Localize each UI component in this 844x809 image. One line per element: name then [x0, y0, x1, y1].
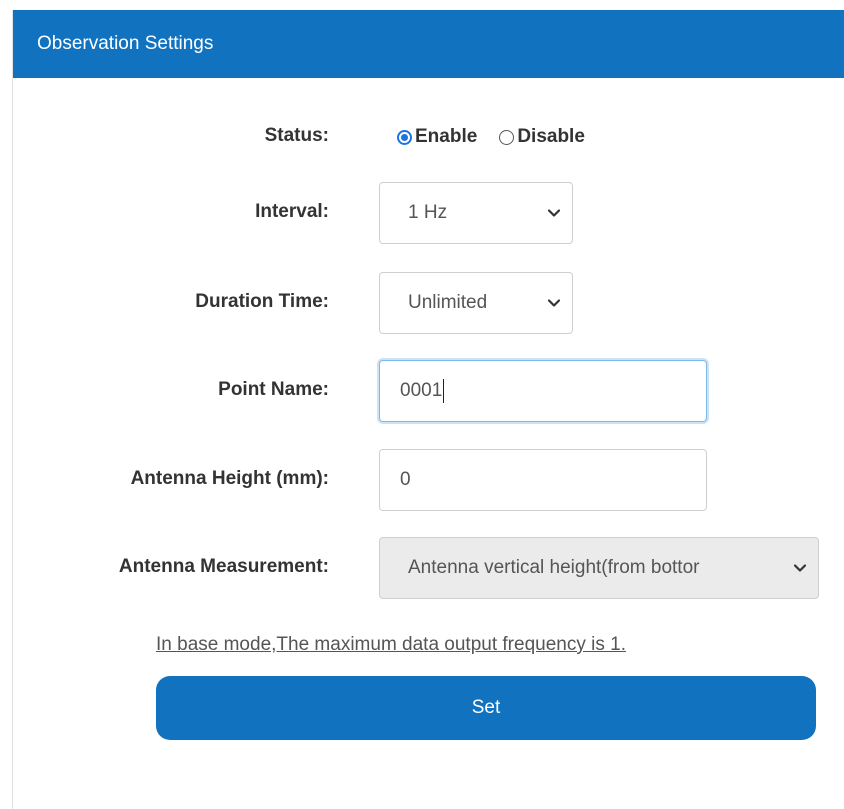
status-disable-option[interactable]: Disable: [499, 126, 585, 148]
chevron-down-icon: [547, 299, 561, 307]
status-label: Status:: [264, 125, 329, 146]
chevron-down-icon: [547, 209, 561, 217]
duration-label: Duration Time:: [195, 291, 329, 312]
interval-label: Interval:: [255, 201, 329, 222]
antenna-height-value: 0: [400, 469, 411, 490]
antenna-measurement-value: Antenna vertical height(from bottor: [408, 557, 700, 578]
point-name-input[interactable]: 0001: [379, 360, 707, 422]
antenna-height-input[interactable]: 0: [379, 449, 707, 511]
interval-select-value: 1 Hz: [408, 202, 448, 223]
antenna-measurement-label: Antenna Measurement:: [118, 556, 329, 577]
panel-title: Observation Settings: [13, 10, 844, 78]
antenna-measurement-select[interactable]: Antenna vertical height(from bottor: [379, 537, 819, 599]
set-button[interactable]: Set: [156, 676, 816, 740]
observation-settings-panel: Observation Settings Status: Enable Disa…: [12, 10, 844, 809]
disable-radio-label[interactable]: Disable: [517, 126, 585, 148]
duration-select-value: Unlimited: [408, 292, 488, 313]
enable-radio[interactable]: [397, 129, 412, 145]
point-name-value: 0001: [400, 380, 443, 401]
interval-select[interactable]: 1 Hz: [379, 182, 573, 244]
antenna-height-label: Antenna Height (mm):: [130, 468, 329, 489]
chevron-down-icon: [793, 564, 807, 572]
status-radio-group: Enable Disable: [397, 126, 585, 148]
point-name-label: Point Name:: [218, 379, 329, 400]
text-caret: [443, 379, 445, 403]
duration-select[interactable]: Unlimited: [379, 272, 573, 334]
status-enable-option[interactable]: Enable: [397, 126, 477, 148]
disable-radio[interactable]: [499, 129, 515, 145]
base-mode-note: In base mode,The maximum data output fre…: [156, 634, 626, 655]
enable-radio-label[interactable]: Enable: [415, 126, 477, 148]
